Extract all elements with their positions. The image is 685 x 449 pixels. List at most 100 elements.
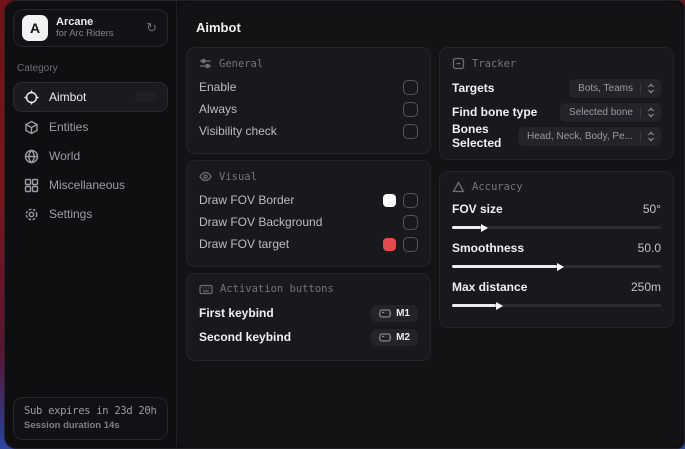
find-bone-type-dropdown[interactable]: Selected bone	[560, 103, 661, 122]
enable-checkbox[interactable]	[403, 80, 418, 95]
always-checkbox[interactable]	[403, 102, 418, 117]
app-window: A Arcane for Arc Riders ↻ Category Aimbo…	[4, 0, 685, 449]
globe-icon	[24, 149, 39, 164]
keybind-value: M1	[396, 308, 410, 319]
setting-label: Second keybind	[199, 330, 291, 344]
setting-row: Find bone type Selected bone	[452, 100, 661, 124]
mouse-icon	[379, 333, 391, 342]
setting-row: First keybind M1	[199, 301, 418, 325]
card-title: Visual	[219, 171, 257, 183]
keybind-value: M2	[396, 332, 410, 343]
sub-expires-text: Sub expires in 23d 20h	[24, 405, 157, 417]
dropdown-value: Bots, Teams	[578, 83, 633, 94]
brand-subtitle: for Arc Riders	[56, 29, 136, 40]
setting-label: Draw FOV Border	[199, 193, 294, 207]
sliders-icon	[199, 57, 212, 70]
second-keybind-button[interactable]: M2	[371, 329, 418, 346]
fov-target-color-swatch[interactable]	[383, 238, 396, 251]
chevron-up-down-icon	[640, 107, 655, 118]
slider-label: FOV size	[452, 202, 503, 216]
card-title: General	[219, 58, 263, 70]
setting-row: Draw FOV Border	[199, 189, 418, 211]
sidebar-item-world[interactable]: World	[13, 142, 168, 170]
general-card: General Enable Always Visibility check	[186, 47, 431, 154]
accuracy-card: Accuracy FOV size 50° Smoothness	[439, 171, 674, 328]
setting-row: Draw FOV Background	[199, 211, 418, 233]
setting-row: Targets Bots, Teams	[452, 76, 661, 100]
keyboard-icon	[199, 284, 213, 295]
first-keybind-button[interactable]: M1	[371, 305, 418, 322]
sidebar-item-miscellaneous[interactable]: Miscellaneous	[13, 171, 168, 199]
fov-border-color-swatch[interactable]	[383, 194, 396, 207]
visual-card: Visual Draw FOV Border Draw FOV Backgrou…	[186, 160, 431, 267]
visibility-check-checkbox[interactable]	[403, 124, 418, 139]
dropdown-value: Head, Neck, Body, Pe...	[527, 131, 633, 142]
activation-card: Activation buttons First keybind M1 Seco…	[186, 273, 431, 361]
smoothness-slider-block: Smoothness 50.0	[452, 238, 661, 268]
card-title: Activation buttons	[220, 283, 334, 295]
smoothness-slider[interactable]	[452, 265, 661, 268]
grid-icon	[24, 178, 39, 193]
setting-row: Visibility check	[199, 120, 418, 142]
setting-label: Draw FOV target	[199, 237, 289, 251]
mouse-icon	[379, 309, 391, 318]
scan-box-icon	[452, 57, 465, 70]
slider-label: Max distance	[452, 280, 527, 294]
tracker-card: Tracker Targets Bots, Teams Find bone ty…	[439, 47, 674, 160]
targets-dropdown[interactable]: Bots, Teams	[569, 79, 661, 98]
setting-label: Visibility check	[199, 124, 277, 138]
setting-row: Draw FOV target	[199, 233, 418, 255]
setting-label: Enable	[199, 80, 236, 94]
chevron-up-down-icon	[640, 131, 655, 142]
sidebar-item-settings[interactable]: Settings	[13, 200, 168, 228]
sidebar-item-label: World	[49, 149, 80, 163]
slider-thumb[interactable]	[557, 263, 564, 271]
setting-row: Always	[199, 98, 418, 120]
crosshair-icon	[24, 90, 39, 105]
brand-card: A Arcane for Arc Riders ↻	[13, 9, 168, 47]
card-title: Accuracy	[472, 181, 523, 193]
eye-icon	[199, 170, 212, 183]
sidebar-item-label: Aimbot	[49, 90, 86, 104]
draw-fov-background-checkbox[interactable]	[403, 215, 418, 230]
draw-fov-border-checkbox[interactable]	[403, 193, 418, 208]
session-duration-text: Session duration 14s	[24, 420, 157, 431]
main-panel: Aimbot General Enable	[177, 2, 683, 447]
sidebar-item-label: Miscellaneous	[49, 178, 125, 192]
page-title: Aimbot	[196, 20, 674, 35]
max-distance-slider-block: Max distance 250m	[452, 277, 661, 307]
sidebar-item-label: Settings	[49, 207, 92, 221]
refresh-icon[interactable]: ↻	[144, 18, 159, 38]
brand-logo: A	[22, 15, 48, 41]
triangle-icon	[452, 181, 465, 193]
setting-label: First keybind	[199, 306, 274, 320]
sidebar: A Arcane for Arc Riders ↻ Category Aimbo…	[5, 1, 177, 448]
category-label: Category	[17, 63, 164, 74]
chevron-up-down-icon	[640, 83, 655, 94]
setting-label: Always	[199, 102, 237, 116]
fov-size-slider-block: FOV size 50°	[452, 199, 661, 229]
slider-value: 250m	[631, 280, 661, 294]
cube-icon	[24, 120, 39, 135]
slider-value: 50.0	[638, 241, 661, 255]
sidebar-item-entities[interactable]: Entities	[13, 113, 168, 141]
slider-thumb[interactable]	[481, 224, 488, 232]
setting-row: Enable	[199, 76, 418, 98]
brand-name: Arcane	[56, 16, 136, 29]
fov-size-slider[interactable]	[452, 226, 661, 229]
setting-label: Find bone type	[452, 105, 537, 119]
slider-value: 50°	[643, 202, 661, 216]
dropdown-value: Selected bone	[569, 107, 633, 118]
max-distance-slider[interactable]	[452, 304, 661, 307]
sidebar-item-aimbot[interactable]: Aimbot	[13, 82, 168, 112]
subscription-info: Sub expires in 23d 20h Session duration …	[13, 397, 168, 440]
draw-fov-target-checkbox[interactable]	[403, 237, 418, 252]
sidebar-nav: Aimbot Entities World Miscellaneous	[13, 82, 168, 228]
bones-selected-dropdown[interactable]: Head, Neck, Body, Pe...	[518, 127, 661, 146]
slider-label: Smoothness	[452, 241, 524, 255]
gear-icon	[24, 207, 39, 222]
setting-label: Bones Selected	[452, 122, 518, 150]
slider-thumb[interactable]	[496, 302, 503, 310]
sidebar-item-label: Entities	[49, 120, 88, 134]
setting-row: Bones Selected Head, Neck, Body, Pe...	[452, 124, 661, 148]
